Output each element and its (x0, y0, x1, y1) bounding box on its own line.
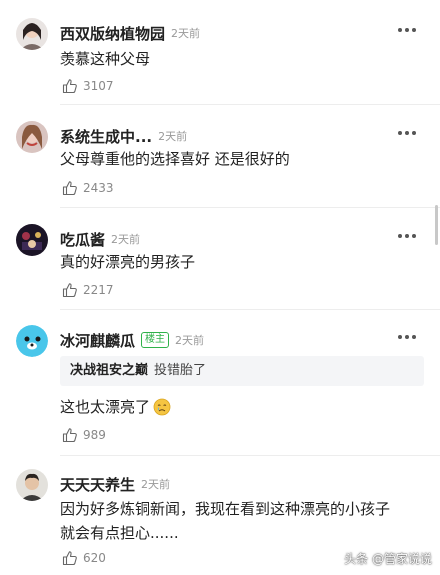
author-badge: 楼主 (141, 332, 170, 348)
like-count: 989 (83, 428, 106, 442)
reply-username[interactable]: 决战祖安之巅 (70, 363, 148, 378)
thumbs-up-icon (62, 428, 77, 443)
more-options-icon[interactable] (398, 131, 416, 137)
divider (60, 104, 440, 105)
comment-text: 羡慕这种父母 (60, 50, 151, 68)
thumbs-up-icon (62, 79, 77, 94)
comment-text: 这也太漂亮了 (60, 398, 151, 416)
avatar[interactable] (16, 121, 48, 153)
thumbs-up-icon (62, 283, 77, 298)
reply-text: 投错胎了 (154, 363, 207, 378)
timestamp: 2天前 (158, 130, 188, 143)
avatar[interactable] (16, 469, 48, 501)
divider (60, 309, 440, 310)
like-count: 2433 (83, 181, 114, 195)
like-count: 620 (83, 551, 106, 565)
username[interactable]: 冰河麒麟瓜 (60, 330, 135, 351)
avatar[interactable] (16, 325, 48, 357)
like-button[interactable]: 2217 (62, 282, 114, 298)
avatar[interactable] (16, 224, 48, 256)
comment-text: 真的好漂亮的男孩子 (60, 253, 196, 271)
more-options-icon[interactable] (398, 335, 416, 341)
like-button[interactable]: 989 (62, 427, 106, 443)
crying-emoji-icon (153, 398, 171, 416)
comment-text-row: 这也太漂亮了 (60, 395, 171, 419)
timestamp: 2天前 (175, 334, 205, 347)
scrollbar[interactable] (435, 205, 438, 245)
like-button[interactable]: 2433 (62, 180, 114, 196)
username[interactable]: 天天天养生 (60, 474, 135, 495)
comment-text: 父母尊重他的选择喜好 还是很好的 (60, 150, 290, 168)
username[interactable]: 系统生成中... (60, 126, 152, 147)
thumbs-up-icon (62, 551, 77, 566)
timestamp: 2天前 (111, 233, 141, 246)
like-button[interactable]: 3107 (62, 78, 114, 94)
comment-text-line: 因为好多炼铜新闻，我现在看到这种漂亮的小孩子 (60, 500, 391, 518)
like-count: 3107 (83, 79, 114, 93)
timestamp: 2天前 (171, 27, 201, 40)
timestamp: 2天前 (141, 478, 171, 491)
more-options-icon[interactable] (398, 234, 416, 240)
watermark: 头条 @管家说说 (344, 552, 432, 566)
like-button[interactable]: 620 (62, 550, 106, 566)
divider (60, 455, 440, 456)
username[interactable]: 西双版纳植物园 (60, 23, 165, 44)
like-count: 2217 (83, 283, 114, 297)
quoted-reply[interactable]: 决战祖安之巅 投错胎了 (60, 356, 424, 386)
thumbs-up-icon (62, 181, 77, 196)
comment-text-line: 就会有点担心...... (60, 524, 179, 542)
username[interactable]: 吃瓜酱 (60, 229, 105, 250)
divider (60, 207, 440, 208)
avatar[interactable] (16, 18, 48, 50)
more-options-icon[interactable] (398, 28, 416, 34)
